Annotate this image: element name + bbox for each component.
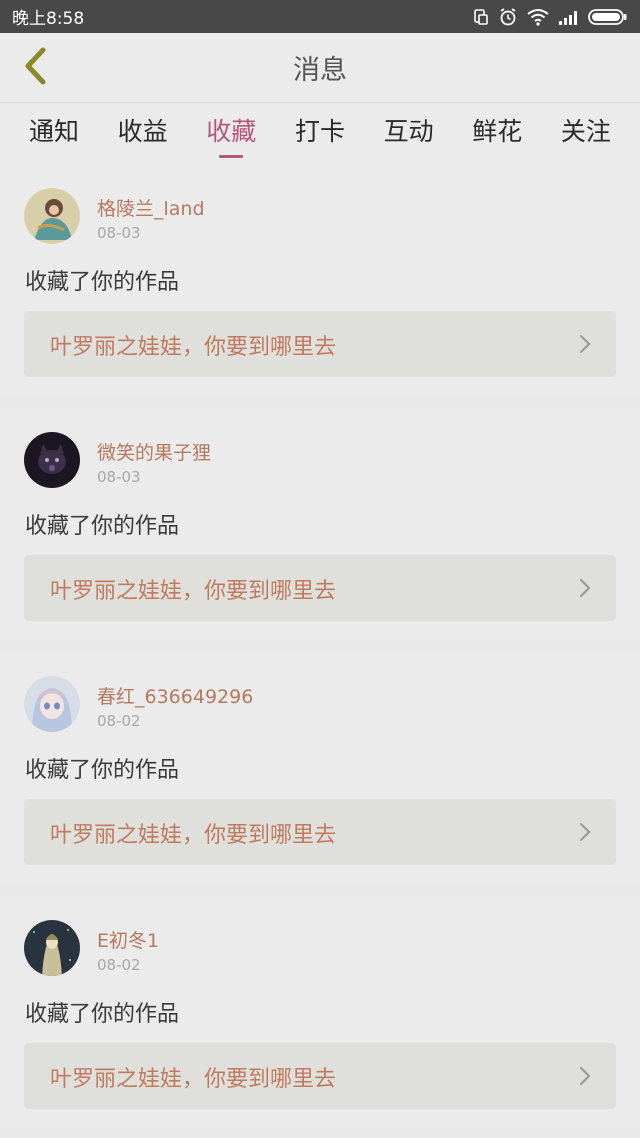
- title-bar: 消息: [0, 33, 640, 103]
- battery-icon: [588, 8, 628, 26]
- notification-card: 春红_636649296 08-02 收藏了你的作品 叶罗丽之娃娃，你要到哪里去: [0, 652, 640, 884]
- tab-flowers[interactable]: 鲜花: [461, 104, 533, 164]
- tab-bar: 通知 收益 收藏 打卡 互动 鲜花 关注: [0, 104, 640, 164]
- work-title: 叶罗丽之娃娃，你要到哪里去: [50, 335, 337, 360]
- screen: 晚上8:58 消息 通知 收益 收藏 打卡 互动 鲜花 关注 格陵兰_land …: [0, 0, 640, 1138]
- user-name[interactable]: 格陵兰_land: [97, 194, 205, 221]
- work-title: 叶罗丽之娃娃，你要到哪里去: [50, 823, 337, 848]
- avatar[interactable]: [24, 432, 80, 488]
- notification-card: 微笑的果子狸 08-03 收藏了你的作品 叶罗丽之娃娃，你要到哪里去: [0, 408, 640, 640]
- tab-notice[interactable]: 通知: [18, 104, 90, 164]
- work-link[interactable]: 叶罗丽之娃娃，你要到哪里去: [24, 311, 616, 377]
- notification-list: 格陵兰_land 08-03 收藏了你的作品 叶罗丽之娃娃，你要到哪里去 微笑的…: [0, 164, 640, 1138]
- work-link[interactable]: 叶罗丽之娃娃，你要到哪里去: [24, 799, 616, 865]
- tab-favorites[interactable]: 收藏: [195, 104, 267, 164]
- notification-card: 格陵兰_land 08-03 收藏了你的作品 叶罗丽之娃娃，你要到哪里去: [0, 164, 640, 396]
- status-icons: [472, 7, 628, 27]
- notification-date: 08-03: [97, 468, 141, 486]
- tab-interaction[interactable]: 互动: [373, 104, 445, 164]
- chevron-right-icon: [578, 1066, 592, 1090]
- action-text: 收藏了你的作品: [25, 758, 180, 783]
- tab-checkin[interactable]: 打卡: [284, 104, 356, 164]
- notification-card: E初冬1 08-02 收藏了你的作品 叶罗丽之娃娃，你要到哪里去: [0, 896, 640, 1128]
- notification-date: 08-02: [97, 712, 141, 730]
- page-title: 消息: [293, 55, 347, 86]
- action-text: 收藏了你的作品: [25, 514, 180, 539]
- notification-date: 08-03: [97, 224, 141, 242]
- avatar[interactable]: [24, 920, 80, 976]
- status-bar: 晚上8:58: [0, 0, 640, 33]
- work-title: 叶罗丽之娃娃，你要到哪里去: [50, 1067, 337, 1092]
- notification-date: 08-02: [97, 956, 141, 974]
- action-text: 收藏了你的作品: [25, 1002, 180, 1027]
- work-link[interactable]: 叶罗丽之娃娃，你要到哪里去: [24, 1043, 616, 1109]
- user-name[interactable]: 微笑的果子狸: [97, 438, 211, 465]
- tab-follow[interactable]: 关注: [550, 104, 622, 164]
- work-link[interactable]: 叶罗丽之娃娃，你要到哪里去: [24, 555, 616, 621]
- chevron-right-icon: [578, 578, 592, 602]
- chevron-left-icon: [20, 46, 50, 90]
- chevron-right-icon: [578, 822, 592, 846]
- user-name[interactable]: E初冬1: [97, 926, 159, 953]
- tab-earnings[interactable]: 收益: [107, 104, 179, 164]
- alarm-icon: [498, 7, 518, 27]
- avatar[interactable]: [24, 188, 80, 244]
- back-button[interactable]: [10, 43, 60, 93]
- avatar[interactable]: [24, 676, 80, 732]
- wifi-icon: [526, 8, 550, 26]
- status-time: 晚上8:58: [12, 9, 85, 29]
- chevron-right-icon: [578, 334, 592, 358]
- user-name[interactable]: 春红_636649296: [97, 682, 253, 709]
- signal-icon: [558, 9, 580, 25]
- work-title: 叶罗丽之娃娃，你要到哪里去: [50, 579, 337, 604]
- screen-rotate-icon: [472, 8, 490, 26]
- action-text: 收藏了你的作品: [25, 270, 180, 295]
